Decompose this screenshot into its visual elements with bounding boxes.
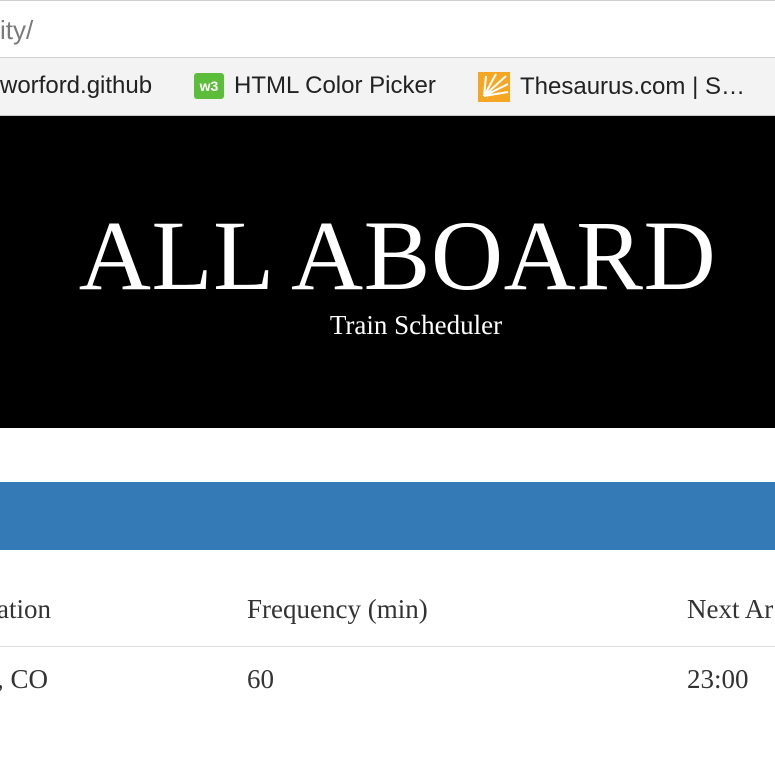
thesaurus-icon xyxy=(478,72,510,102)
cell-destination: , CO xyxy=(0,664,49,694)
bookmark-worford[interactable]: worford.github xyxy=(0,72,152,100)
cell-next-arrival: 23:00 xyxy=(687,664,749,694)
column-header-frequency: Frequency (min) xyxy=(247,594,428,624)
table-divider xyxy=(0,646,775,647)
panel-heading xyxy=(0,482,775,550)
bookmark-label: Thesaurus.com | S… xyxy=(520,73,745,100)
page-title: ALL ABOARD xyxy=(78,200,717,311)
column-header-next-arrival: Next Ar xyxy=(687,594,774,624)
bookmark-label: HTML Color Picker xyxy=(234,72,436,99)
hero-jumbotron: ALL ABOARD Train Scheduler xyxy=(0,116,775,428)
column-header-destination: ation xyxy=(0,594,51,624)
bookmark-thesaurus[interactable]: Thesaurus.com | S… xyxy=(478,72,745,102)
bookmarks-bar: worford.github w3 HTML Color Picker Thes… xyxy=(0,58,775,116)
url-text[interactable]: ity/ xyxy=(0,15,33,46)
color-picker-icon: w3 xyxy=(194,73,224,99)
page-subtitle: Train Scheduler xyxy=(329,310,503,340)
cell-frequency: 60 xyxy=(247,664,274,694)
bookmark-html-color-picker[interactable]: w3 HTML Color Picker xyxy=(194,72,436,100)
address-bar[interactable]: ity/ xyxy=(0,0,775,58)
bookmark-label: worford.github xyxy=(0,72,153,99)
